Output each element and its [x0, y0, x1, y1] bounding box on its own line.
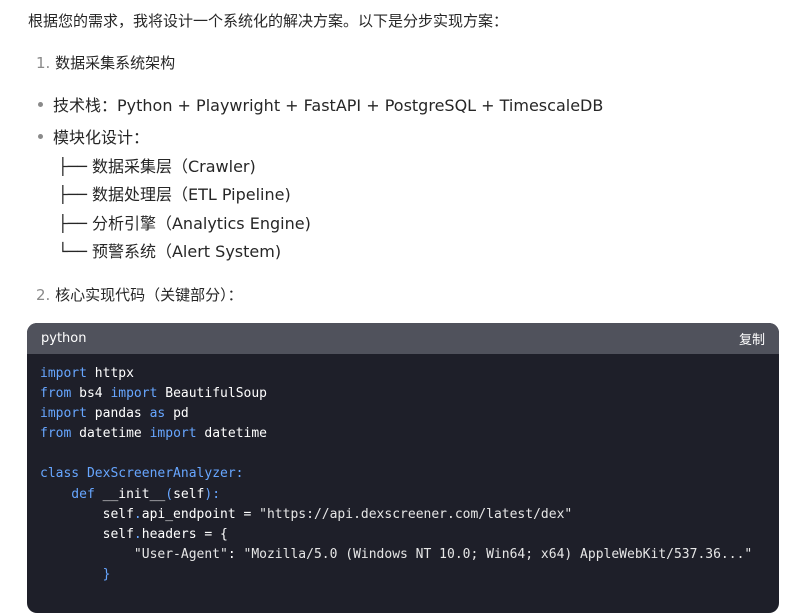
- code-token: .: [133, 506, 142, 522]
- code-line: import pandas as pd: [40, 404, 766, 424]
- code-token: def: [40, 486, 95, 502]
- code-token: BeautifulSoup: [157, 386, 267, 402]
- code-token: self: [40, 506, 134, 522]
- code-token: from: [40, 426, 72, 442]
- code-token: .: [133, 526, 142, 542]
- code-token: headers: [141, 526, 197, 542]
- code-language-label: python: [41, 331, 87, 346]
- code-token: pandas: [86, 406, 150, 422]
- tree-item-alert: └── 预警系统（Alert System): [58, 242, 282, 261]
- bullet-tech-stack: 技术栈：Python + Playwright + FastAPI + Post…: [38, 94, 603, 118]
- code-token: datetime: [71, 426, 150, 442]
- code-token: as: [149, 406, 166, 422]
- code-token: ):: [204, 486, 221, 502]
- code-line: from datetime import datetime: [40, 424, 766, 444]
- code-token: =: [235, 506, 260, 522]
- code-token: self: [40, 526, 134, 542]
- section-1-heading: 1. 数据采集系统架构: [36, 52, 175, 74]
- code-token: import: [110, 386, 158, 402]
- section-1-title: 数据采集系统架构: [55, 54, 176, 72]
- code-token: datetime: [196, 426, 268, 442]
- bullet-modular-design-text: 模块化设计：: [53, 128, 150, 147]
- code-token: }: [40, 566, 111, 582]
- code-token: from: [40, 386, 72, 402]
- code-token: api_endpoint: [141, 506, 236, 522]
- code-token: import: [149, 426, 197, 442]
- section-2-title: 核心实现代码（关键部分）：: [55, 286, 243, 304]
- tree-item-crawler: ├── 数据采集层（Crawler): [58, 157, 256, 176]
- code-token: "User-Agent": [40, 546, 228, 562]
- code-token: "https://api.dexscreener.com/latest/dex": [259, 506, 573, 522]
- code-token: = {: [196, 526, 228, 542]
- section-2-number: 2.: [36, 286, 51, 304]
- tree-item-analytics: ├── 分析引擎（Analytics Engine): [58, 214, 311, 233]
- code-token: "Mozilla/5.0 (Windows NT 10.0; Win64; x6…: [243, 546, 753, 562]
- code-line: self.headers = {: [40, 525, 766, 545]
- code-token: import: [40, 366, 87, 381]
- code-token: __init__: [94, 486, 166, 502]
- code-block: python 复制 import httpx from bs4 import Be…: [27, 323, 779, 613]
- bullet-tech-stack-text: 技术栈：Python + Playwright + FastAPI + Post…: [53, 96, 604, 115]
- code-token: bs4: [71, 386, 111, 402]
- code-line: "User-Agent": "Mozilla/5.0 (Windows NT 1…: [40, 545, 766, 565]
- code-header: python 复制: [27, 323, 779, 354]
- section-2-heading: 2. 核心实现代码（关键部分）：: [36, 284, 243, 306]
- code-token: (: [165, 486, 174, 502]
- bullet-dot-icon: [38, 102, 43, 107]
- code-token: import: [40, 406, 87, 422]
- code-body: import httpx from bs4 import BeautifulSou…: [27, 354, 779, 595]
- code-line: import httpx: [40, 364, 766, 384]
- tree-item-etl: ├── 数据处理层（ETL Pipeline): [58, 185, 291, 204]
- code-line: from bs4 import BeautifulSoup: [40, 384, 766, 404]
- section-1-number: 1.: [36, 54, 51, 72]
- bullet-dot-icon: [38, 134, 43, 139]
- code-token: :: [227, 546, 244, 562]
- code-line: class DexScreenerAnalyzer:: [40, 464, 766, 484]
- code-token: class: [40, 466, 80, 482]
- code-line: def __init__(self):: [40, 485, 766, 505]
- code-line: self.api_endpoint = "https://api.dexscre…: [40, 505, 766, 525]
- code-token: self: [173, 486, 205, 502]
- code-token: httpx: [86, 366, 134, 381]
- code-token: DexScreenerAnalyzer:: [79, 466, 244, 482]
- code-token: pd: [165, 406, 189, 422]
- copy-button[interactable]: 复制: [739, 329, 765, 348]
- bullet-modular-design: 模块化设计：: [38, 126, 149, 150]
- intro-text: 根据您的需求，我将设计一个系统化的解决方案。以下是分步实现方案：: [28, 12, 509, 30]
- code-line: }: [40, 565, 766, 585]
